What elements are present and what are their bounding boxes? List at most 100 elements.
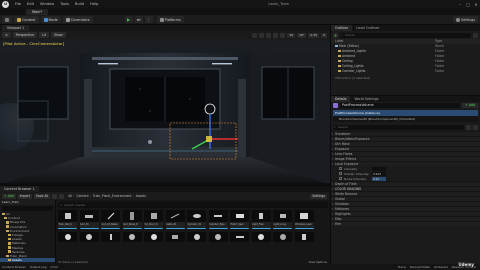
asset-tile[interactable]: Cylinder_Pipe bbox=[208, 210, 228, 229]
grid-snap-value[interactable]: 10 bbox=[287, 32, 296, 38]
component-row[interactable]: BrushComponent0 (BrushComponent0) (Inher… bbox=[333, 116, 478, 122]
menu-file[interactable]: File bbox=[12, 2, 24, 6]
menu-edit[interactable]: Edit bbox=[24, 2, 37, 6]
tab-content-browser[interactable]: Content Browser 1 bbox=[0, 186, 39, 192]
settings-icon[interactable] bbox=[473, 124, 478, 130]
asset-tile[interactable]: Sci_Door_D bbox=[144, 210, 163, 229]
add-filter-icon[interactable]: + bbox=[333, 32, 338, 38]
save-button[interactable] bbox=[2, 16, 12, 23]
outliner-search-input[interactable]: Search bbox=[340, 32, 471, 38]
show-dropdown[interactable]: Show bbox=[51, 32, 66, 38]
override-checkbox[interactable] bbox=[339, 167, 342, 170]
rotation-snap-value[interactable]: 10° bbox=[297, 32, 307, 38]
grid-view-icon[interactable] bbox=[466, 124, 471, 130]
override-checkbox[interactable] bbox=[339, 177, 342, 180]
level-viewport[interactable]: [Pilot Active - CineCameraActor] bbox=[0, 39, 330, 185]
breadcrumb-item[interactable]: Assets bbox=[136, 194, 146, 198]
cinematics-button[interactable]: Cinematics bbox=[62, 16, 93, 23]
tree-row-selected[interactable]: Assets bbox=[0, 258, 55, 263]
category-local-exposure[interactable]: Local Exposure bbox=[331, 161, 480, 167]
settings-button[interactable]: Settings bbox=[453, 16, 478, 23]
tab-world-settings[interactable]: World Settings bbox=[350, 96, 382, 102]
minimize-icon[interactable]: – bbox=[456, 2, 464, 7]
add-button[interactable]: + Add bbox=[2, 193, 16, 199]
rotate-icon[interactable] bbox=[266, 32, 272, 38]
asset-tile[interactable] bbox=[251, 232, 271, 242]
tree-header[interactable]: Learn_Train bbox=[0, 200, 55, 205]
platforms-button[interactable]: Platforms bbox=[156, 16, 184, 23]
perspective-dropdown[interactable]: Perspective bbox=[12, 32, 38, 38]
asset-tile[interactable] bbox=[208, 232, 228, 242]
scale-snap-value[interactable]: 0.25 bbox=[308, 32, 320, 38]
derived-data-button[interactable]: Derived Data bbox=[410, 265, 430, 269]
menu-window[interactable]: Window bbox=[37, 2, 57, 6]
property-value[interactable] bbox=[372, 166, 386, 171]
menu-help[interactable]: Help bbox=[87, 2, 101, 6]
back-icon[interactable] bbox=[52, 193, 58, 199]
close-icon[interactable]: ✕ bbox=[472, 2, 480, 7]
property-value[interactable]: 0.612 bbox=[372, 171, 386, 176]
tab-outliner[interactable]: Outliner bbox=[331, 25, 353, 31]
content-button[interactable]: Content bbox=[14, 16, 39, 23]
tab-level-outliner[interactable]: Level Outliner bbox=[352, 25, 383, 31]
asset-tile[interactable] bbox=[273, 232, 292, 242]
move-icon[interactable] bbox=[259, 32, 265, 38]
asset-tile[interactable] bbox=[122, 232, 142, 242]
asset-tile[interactable] bbox=[187, 232, 206, 242]
asset-tile[interactable] bbox=[165, 232, 185, 242]
breadcrumb-item[interactable]: Train_Plank_Environment bbox=[93, 194, 132, 198]
asset-tile[interactable] bbox=[230, 232, 249, 242]
cmd-input[interactable]: Cmd bbox=[51, 265, 58, 269]
breadcrumb-item[interactable]: Content bbox=[76, 194, 88, 198]
asset-tile[interactable] bbox=[101, 232, 120, 242]
asset-tile[interactable]: Hatch_Seal bbox=[230, 210, 249, 229]
outliner-row[interactable]: Corridor_Lights Folder bbox=[331, 69, 480, 74]
save-all-button[interactable]: Save All bbox=[33, 193, 51, 199]
settings-icon[interactable] bbox=[473, 32, 478, 38]
trace-button[interactable]: Trace bbox=[398, 265, 406, 269]
asset-tile[interactable] bbox=[79, 232, 99, 242]
actor-name-field[interactable]: PostProcessVolume bbox=[340, 103, 461, 108]
asset-tile[interactable]: Train_Rail_C bbox=[58, 210, 77, 229]
camera-speed-value[interactable]: 4 bbox=[321, 32, 327, 38]
mode-button[interactable]: Mode bbox=[40, 16, 61, 23]
add-component-button[interactable]: + Add bbox=[462, 103, 478, 108]
all-saved-indicator[interactable]: All Saved bbox=[434, 265, 448, 269]
tree-search-input[interactable] bbox=[2, 206, 53, 211]
skip-icon[interactable]: ⏭ bbox=[134, 16, 143, 23]
import-button[interactable]: Import bbox=[17, 193, 32, 199]
category-film[interactable]: Film bbox=[331, 221, 480, 227]
play-icon[interactable]: ▶ bbox=[124, 16, 133, 23]
asset-tile[interactable]: Cylinder_01 bbox=[187, 210, 206, 229]
hamburger-icon[interactable]: ≡ bbox=[2, 32, 11, 38]
output-log-button[interactable]: Output Log bbox=[30, 265, 47, 269]
asset-tile[interactable]: Cable_01 bbox=[165, 210, 185, 229]
content-drawer-button[interactable]: Content Drawer bbox=[2, 265, 26, 269]
world-icon[interactable] bbox=[280, 32, 286, 38]
asset-tile[interactable]: Light_Long bbox=[273, 210, 292, 229]
forward-icon[interactable] bbox=[59, 193, 65, 199]
maximize-icon[interactable]: □ bbox=[464, 2, 472, 7]
property-value[interactable]: 0.95 bbox=[372, 176, 386, 181]
asset-search-input[interactable]: Search Assets bbox=[58, 202, 328, 208]
lit-dropdown[interactable]: Lit bbox=[39, 32, 50, 38]
breadcrumb-item[interactable]: All bbox=[68, 194, 72, 198]
asset-tile[interactable] bbox=[294, 232, 314, 242]
override-checkbox[interactable] bbox=[339, 172, 342, 175]
scale-icon[interactable] bbox=[273, 32, 279, 38]
more-icon[interactable]: ⋮ bbox=[144, 16, 153, 23]
asset-tile[interactable] bbox=[58, 232, 77, 242]
asset-tile[interactable]: Gnd_LP_Rebar bbox=[101, 210, 120, 229]
content-settings-button[interactable]: Settings bbox=[310, 193, 327, 199]
select-icon[interactable] bbox=[252, 32, 258, 38]
asset-tile[interactable]: Light_Flex bbox=[251, 210, 271, 229]
tab-details[interactable]: Details bbox=[331, 96, 351, 102]
menu-tools[interactable]: Tools bbox=[57, 2, 72, 6]
unreal-logo-icon[interactable]: U bbox=[2, 0, 9, 8]
asset-tile[interactable]: Windows_Lean bbox=[294, 210, 314, 229]
menu-build[interactable]: Build bbox=[72, 2, 87, 6]
details-search-input[interactable]: Search bbox=[333, 124, 464, 130]
asset-tile[interactable]: Gnd_01 bbox=[79, 210, 99, 229]
asset-tile[interactable] bbox=[144, 232, 163, 242]
asset-tile[interactable]: Gnd_Panel_D bbox=[122, 210, 142, 229]
